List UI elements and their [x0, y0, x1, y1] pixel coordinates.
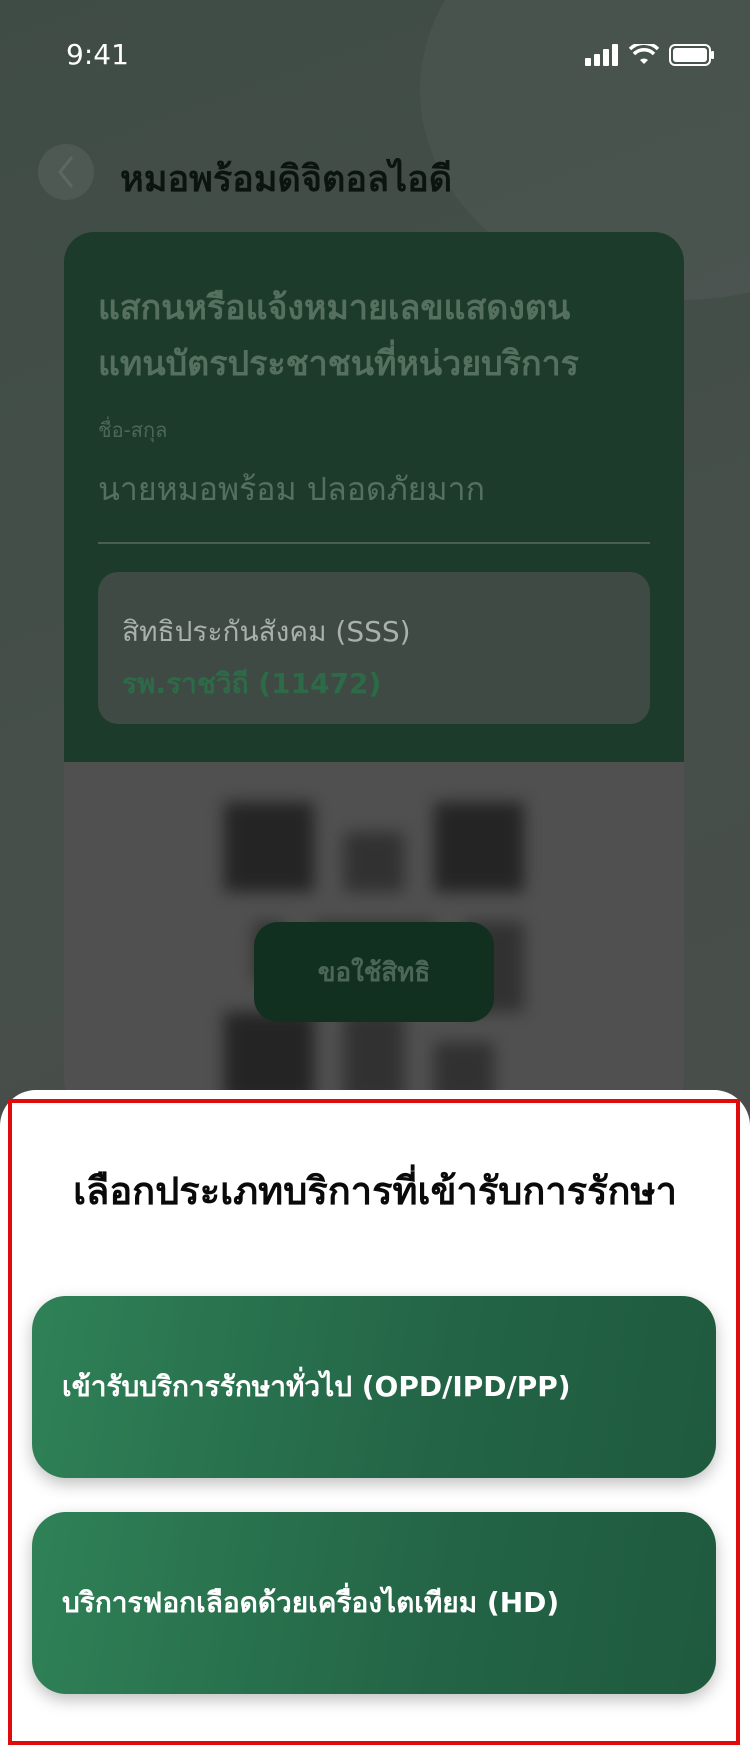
- signal-icon: [585, 44, 618, 66]
- service-type-sheet: เลือกประเภทบริการที่เข้ารับการรักษา เข้า…: [0, 1090, 750, 1760]
- card-heading: แสกนหรือแจ้งหมายเลขแสดงตน แทนบัตรประชาชน…: [98, 280, 658, 392]
- status-time: 9:41: [66, 38, 129, 71]
- status-bar: 9:41: [0, 0, 750, 110]
- digital-id-card: แสกนหรือแจ้งหมายเลขแสดงตน แทนบัตรประชาชน…: [64, 232, 684, 1112]
- option-label: เข้ารับบริการรักษาทั่วไป (OPD/IPD/PP): [62, 1370, 571, 1403]
- rights-type: สิทธิประกันสังคม (SSS): [122, 615, 411, 648]
- back-button[interactable]: [38, 144, 94, 200]
- option-general-treatment-button[interactable]: เข้ารับบริการรักษาทั่วไป (OPD/IPD/PP): [32, 1296, 716, 1478]
- chevron-left-icon: [58, 156, 74, 188]
- rights-box: สิทธิประกันสังคม (SSS) รพ.ราชวิถี (11472…: [98, 572, 650, 724]
- battery-icon: [669, 44, 714, 66]
- name-label: ชื่อ-สกุล: [98, 418, 168, 442]
- card-heading-line-2: แทนบัตรประชาชนที่หน่วยบริการ: [98, 344, 579, 384]
- page-title: หมอพร้อมดิจิตอลไอดี: [120, 159, 453, 200]
- divider: [98, 542, 650, 544]
- option-hemodialysis-button[interactable]: บริการฟอกเลือดด้วยเครื่องไตเทียม (HD): [32, 1512, 716, 1694]
- card-heading-line-1: แสกนหรือแจ้งหมายเลขแสดงตน: [98, 288, 571, 328]
- sheet-title: เลือกประเภทบริการที่เข้ารับการรักษา: [73, 1169, 677, 1213]
- wifi-icon: [629, 44, 659, 64]
- name-value: นายหมอพร้อม ปลอดภัยมาก: [98, 470, 485, 508]
- option-label: บริการฟอกเลือดด้วยเครื่องไตเทียม (HD): [62, 1586, 560, 1619]
- request-rights-button[interactable]: ขอใช้สิทธิ: [254, 922, 494, 1022]
- status-icons: [585, 44, 715, 66]
- rights-hospital: รพ.ราชวิถี (11472): [122, 667, 382, 700]
